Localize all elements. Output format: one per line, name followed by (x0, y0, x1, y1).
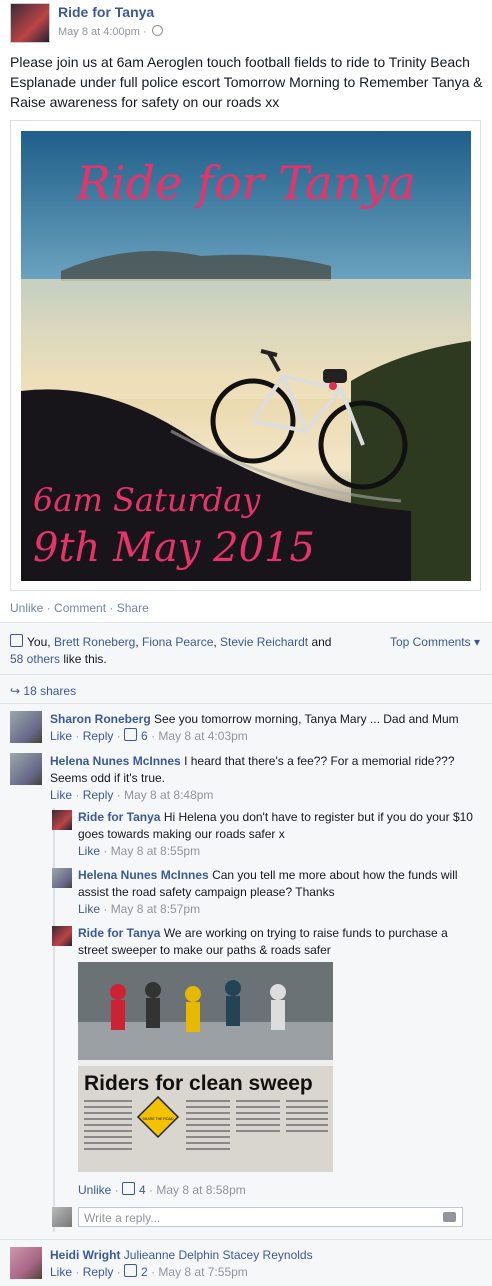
reply: Ride for Tanya Hi Helena you don't have … (78, 809, 478, 860)
share-link[interactable]: Share (117, 601, 149, 615)
divider (0, 703, 492, 704)
liker-link[interactable]: Brett Roneberg (54, 635, 135, 649)
others-link[interactable]: 58 others (10, 652, 60, 666)
comment-like-count[interactable]: 2 (124, 1264, 148, 1279)
current-user-avatar (52, 1207, 72, 1227)
poster-title: Ride for Tanya (75, 156, 416, 210)
post-meta: May 8 at 4:00pm · (58, 25, 163, 38)
comment: Helena Nunes McInnes I heard that there'… (50, 753, 480, 804)
reply: Ride for Tanya We are working on trying … (78, 925, 478, 959)
reply-time[interactable]: May 8 at 8:57pm (111, 902, 200, 916)
page-name-link[interactable]: Ride for Tanya (58, 4, 154, 20)
reply-avatar[interactable] (52, 868, 72, 888)
reply-avatar[interactable] (52, 810, 72, 830)
like-link[interactable]: Like (78, 844, 100, 858)
commenter-name[interactable]: Heidi Wright (50, 1248, 120, 1262)
ride-poster-image: Ride for Tanya 6am Saturday 9th May 2015 (21, 131, 471, 581)
tagged-names[interactable]: Julieanne Delphin Stacey Reynolds (124, 1248, 313, 1262)
like-link[interactable]: Like (78, 902, 100, 916)
reply-time[interactable]: May 8 at 8:55pm (111, 844, 200, 858)
camera-icon[interactable] (443, 1212, 456, 1222)
thumbs-up-icon (124, 1264, 138, 1277)
divider (0, 674, 492, 675)
comment: Sharon Roneberg See you tomorrow morning… (50, 711, 480, 745)
like-link[interactable]: Like (50, 788, 72, 802)
globe-icon (151, 25, 163, 36)
like-link[interactable]: Like (50, 729, 72, 743)
comment-time[interactable]: May 8 at 8:48pm (124, 788, 213, 802)
comment-meta: Like · Reply · 2 · May 8 at 7:55pm (50, 1264, 248, 1279)
post-actions: Unlike · Comment · Share (10, 601, 149, 615)
poster-line2: 9th May 2015 (33, 525, 315, 571)
comment: Heidi Wright Julieanne Delphin Stacey Re… (50, 1247, 480, 1281)
reply-time[interactable]: May 8 at 8:58pm (156, 1183, 245, 1197)
commenter-avatar[interactable] (10, 753, 42, 785)
newspaper-photo: Riders for clean sweep SHARE THE ROAD (78, 962, 333, 1150)
reply-author[interactable]: Ride for Tanya (78, 926, 160, 940)
reply-avatar[interactable] (52, 926, 72, 946)
unlike-link[interactable]: Unlike (78, 1183, 111, 1197)
reply-meta-row: Unlike · 4 · May 8 at 8:58pm (78, 1182, 246, 1197)
road-sign-text: SHARE THE ROAD (142, 1117, 174, 1121)
thumbs-up-icon (124, 728, 138, 741)
commenter-name[interactable]: Helena Nunes McInnes (50, 754, 181, 768)
photo-image[interactable]: Ride for Tanya 6am Saturday 9th May 2015 (21, 131, 471, 581)
page-avatar[interactable] (10, 3, 50, 43)
like-link[interactable]: Like (50, 1265, 72, 1279)
newspaper-headline: Riders for clean sweep (84, 1072, 313, 1095)
comment-text: See you tomorrow morning, Tanya Mary ...… (154, 712, 459, 726)
reply-meta: Like · May 8 at 8:57pm (78, 902, 201, 916)
commenter-avatar[interactable] (10, 1247, 42, 1279)
unlike-link[interactable]: Unlike (10, 601, 43, 615)
post-photo[interactable]: Ride for Tanya 6am Saturday 9th May 2015 (10, 120, 481, 591)
divider (0, 1239, 492, 1240)
reply-like-count[interactable]: 4 (122, 1182, 146, 1197)
liker-link[interactable]: Fiona Pearce (142, 635, 213, 649)
write-reply-input[interactable]: Write a reply... (78, 1207, 463, 1227)
commenter-avatar[interactable] (10, 711, 42, 743)
comment-time[interactable]: May 8 at 4:03pm (158, 729, 247, 743)
thumbs-up-icon (122, 1182, 136, 1195)
newspaper-clipping-image[interactable]: Riders for clean sweep SHARE THE ROAD (78, 962, 333, 1172)
top-comments-dropdown[interactable]: Top Comments ▾ (390, 635, 480, 649)
reply-meta: Like · May 8 at 8:55pm (78, 844, 201, 858)
shares-link[interactable]: ↪ 18 shares (10, 684, 76, 698)
comment-meta: Like · Reply · 6 · May 8 at 4:03pm (50, 728, 248, 743)
post-text: Please join us at 6am Aeroglen touch foo… (10, 54, 483, 110)
reply-author[interactable]: Ride for Tanya (78, 810, 160, 824)
reply: Helena Nunes McInnes Can you tell me mor… (78, 867, 478, 918)
reply-link[interactable]: Reply (83, 729, 114, 743)
liker-link[interactable]: Stevie Reichardt (220, 635, 308, 649)
share-arrow-icon: ↪ (10, 684, 21, 698)
reply-link[interactable]: Reply (83, 1265, 114, 1279)
comment-meta: Like · Reply · May 8 at 8:48pm (50, 788, 214, 802)
comment-time[interactable]: May 8 at 7:55pm (158, 1265, 247, 1279)
post-date[interactable]: May 8 at 4:00pm (58, 26, 140, 38)
reply-author[interactable]: Helena Nunes McInnes (78, 868, 209, 882)
comment-link[interactable]: Comment (54, 601, 106, 615)
thumbs-up-icon (10, 634, 23, 647)
comment-like-count[interactable]: 6 (124, 728, 148, 743)
poster-line1: 6am Saturday (33, 481, 261, 519)
reply-link[interactable]: Reply (83, 788, 114, 802)
commenter-name[interactable]: Sharon Roneberg (50, 712, 151, 726)
